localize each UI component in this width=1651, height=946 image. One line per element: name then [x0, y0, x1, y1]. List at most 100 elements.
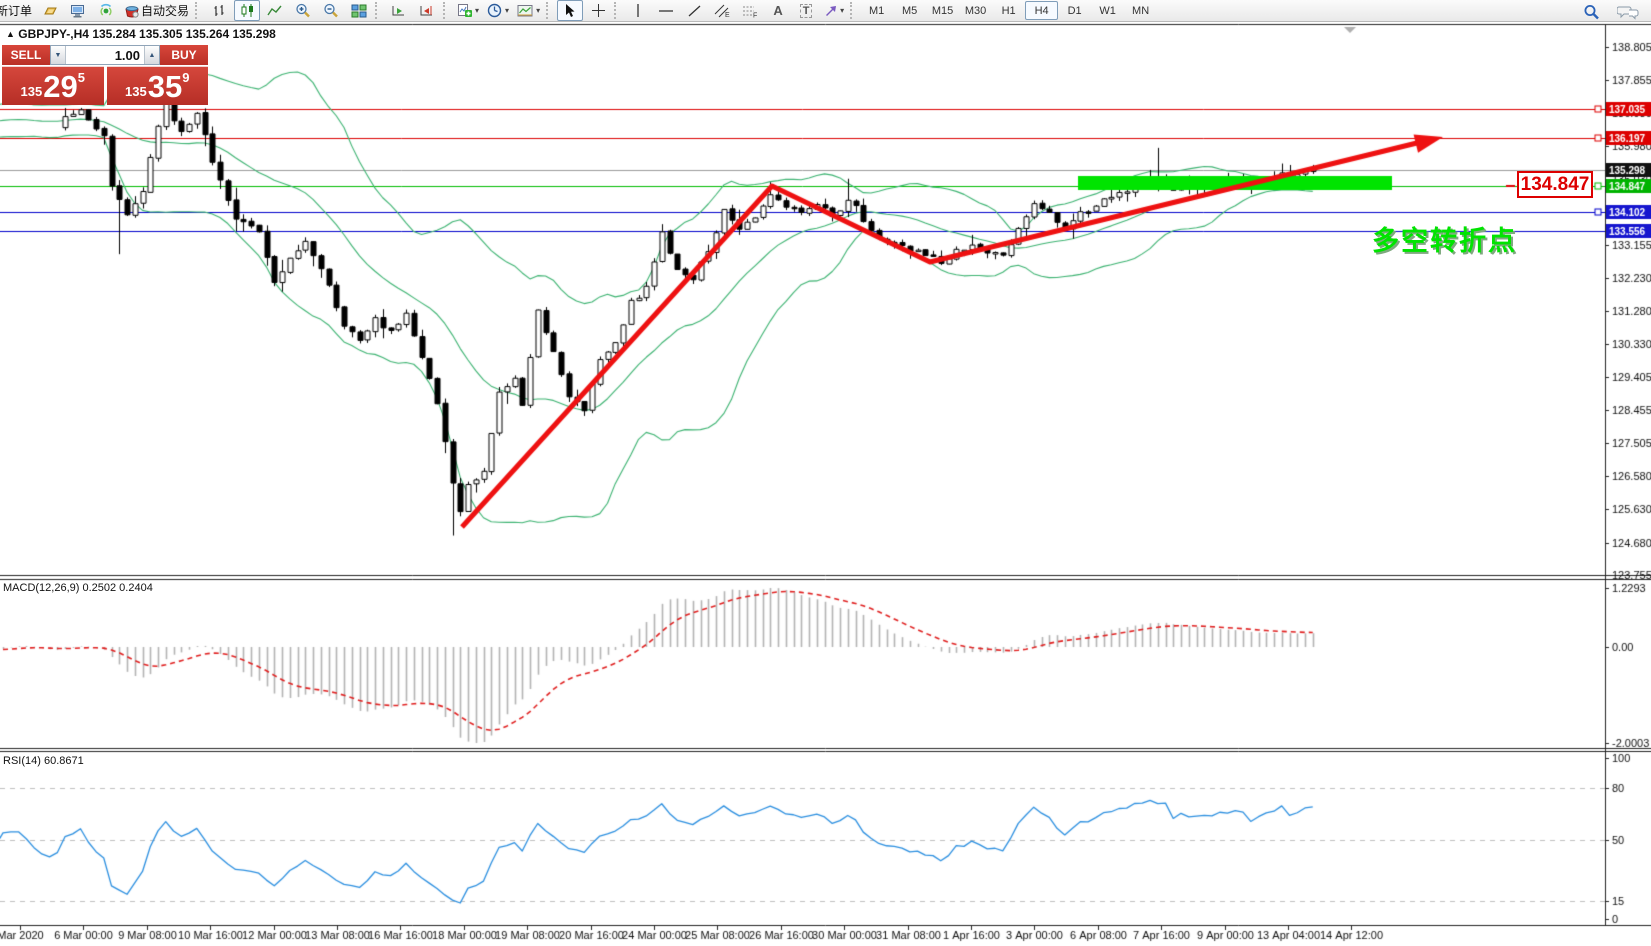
timeframe-label: MN	[1132, 5, 1149, 17]
auto-scroll-icon	[391, 4, 407, 18]
toolbar-separator	[850, 2, 858, 19]
triangle-down-icon: ▼	[55, 52, 62, 59]
macd-indicator-label: MACD(12,26,9) 0.2502 0.2404	[3, 582, 153, 594]
timeframe-mn-button[interactable]: MN	[1124, 1, 1157, 20]
buy-price-display[interactable]: 135 35 9	[107, 66, 209, 105]
line-chart-icon	[267, 4, 283, 18]
timeframe-d1-button[interactable]: D1	[1058, 1, 1091, 20]
text-tool-button[interactable]: A	[765, 0, 791, 21]
horizontal-line-icon	[658, 6, 674, 16]
buy-price-whole: 135	[125, 84, 147, 99]
zoom-out-button[interactable]	[318, 0, 344, 21]
vertical-line-tool-button[interactable]	[625, 0, 651, 21]
templates-icon	[517, 4, 534, 18]
sell-price-whole: 135	[21, 84, 43, 99]
buy-label: BUY	[171, 48, 196, 62]
timeframe-m1-button[interactable]: M1	[860, 1, 893, 20]
crosshair-button[interactable]	[585, 0, 611, 21]
rsi-indicator-label: RSI(14) 60.8671	[3, 755, 84, 767]
auto-trading-icon	[124, 4, 140, 18]
zoom-in-icon	[295, 3, 311, 18]
timeframe-w1-button[interactable]: W1	[1091, 1, 1124, 20]
sell-price-display[interactable]: 135 29 5	[2, 66, 104, 105]
terminal-icon	[70, 4, 86, 18]
timeframe-m15-button[interactable]: M15	[926, 1, 959, 20]
toolbar-separator	[375, 2, 383, 19]
bar-chart-icon	[212, 4, 227, 18]
chart-shift-button[interactable]	[414, 0, 440, 21]
volume-increase-button[interactable]: ▲	[144, 46, 159, 64]
add-indicator-button[interactable]: ▾	[454, 0, 482, 21]
timeframe-label: H1	[1002, 5, 1016, 17]
text-tool-icon: A	[773, 3, 782, 18]
chevron-down-icon: ▾	[475, 6, 479, 15]
price-tag-annotation[interactable]: 134.847	[1517, 171, 1593, 198]
auto-scroll-button[interactable]	[386, 0, 412, 21]
new-order-button[interactable]: 新订单	[0, 0, 35, 21]
cursor-button[interactable]	[557, 0, 583, 21]
timeframe-label: M5	[902, 5, 917, 17]
templates-button[interactable]: ▾	[514, 0, 543, 21]
comments-icon	[1617, 4, 1639, 20]
collapse-triangle-icon[interactable]: ▲	[6, 29, 15, 39]
tile-windows-button[interactable]	[346, 0, 372, 21]
timeframe-h4-button[interactable]: H4	[1025, 1, 1058, 20]
chart-symbol: GBPJPY-,H4	[18, 27, 89, 41]
toolbar-separator	[195, 2, 203, 19]
svg-text:E: E	[725, 12, 730, 18]
svg-text:F: F	[753, 12, 757, 18]
tile-windows-icon	[351, 4, 367, 18]
trendline-tool-button[interactable]	[681, 0, 707, 21]
search-icon	[1583, 4, 1600, 20]
rsi-value: 60.8671	[44, 755, 84, 767]
timeframe-label: M15	[932, 5, 953, 17]
one-click-trading-panel: SELL ▼ ▲ BUY 135 29 5 135 35 9	[2, 45, 208, 105]
fibonacci-icon: F	[742, 4, 758, 18]
gold-ingot-button[interactable]	[37, 0, 63, 21]
chart-canvas[interactable]	[0, 0, 1651, 946]
terminal-button[interactable]	[65, 0, 91, 21]
mt4-window: 新订单 自动交易	[0, 0, 1651, 946]
volume-input[interactable]	[66, 46, 144, 64]
triangle-up-icon: ▲	[149, 52, 156, 59]
signal-button[interactable]	[93, 0, 119, 21]
new-order-label: 新订单	[0, 2, 32, 19]
rsi-name: RSI(14)	[3, 755, 41, 767]
buy-price-pips: 35	[148, 73, 182, 102]
timeframe-m30-button[interactable]: M30	[959, 1, 992, 20]
sell-label: SELL	[11, 48, 42, 62]
volume-decrease-button[interactable]: ▼	[51, 46, 66, 64]
search-button[interactable]	[1578, 1, 1604, 22]
gold-ingot-icon	[42, 4, 59, 17]
trendline-icon	[687, 4, 702, 18]
sell-price-point: 5	[78, 70, 85, 85]
toolbar-right	[1577, 1, 1643, 22]
periods-button[interactable]: ▾	[484, 0, 512, 21]
candlestick-chart-button[interactable]	[234, 0, 260, 21]
horizontal-line-tool-button[interactable]	[653, 0, 679, 21]
auto-trading-button[interactable]: 自动交易	[121, 0, 192, 21]
auto-trading-label: 自动交易	[141, 2, 189, 19]
periods-clock-icon	[487, 3, 503, 18]
line-chart-button[interactable]	[262, 0, 288, 21]
zoom-out-icon	[323, 3, 339, 18]
candlestick-chart-icon	[240, 3, 255, 18]
equidistant-channel-tool-button[interactable]: E	[709, 0, 735, 21]
arrows-tool-button[interactable]: ▾	[821, 0, 847, 21]
chart-ohlc-values: 135.284 135.305 135.264 135.298	[92, 27, 276, 41]
timeframe-m5-button[interactable]: M5	[893, 1, 926, 20]
macd-values: 0.2502 0.2404	[82, 582, 152, 594]
sell-button[interactable]: SELL	[2, 45, 50, 65]
buy-button[interactable]: BUY	[160, 45, 208, 65]
timeframe-h1-button[interactable]: H1	[992, 1, 1025, 20]
bar-chart-button[interactable]	[206, 0, 232, 21]
zoom-in-button[interactable]	[290, 0, 316, 21]
crosshair-icon	[591, 3, 606, 18]
equidistant-channel-icon: E	[714, 4, 730, 18]
volume-stepper: ▼ ▲	[50, 45, 160, 65]
toolbar: 新订单 自动交易	[0, 0, 1651, 22]
text-label-tool-button[interactable]: T	[793, 0, 819, 21]
comments-button[interactable]	[1614, 1, 1642, 22]
chart-title: ▲ GBPJPY-,H4 135.284 135.305 135.264 135…	[6, 27, 276, 41]
fibonacci-tool-button[interactable]: F	[737, 0, 763, 21]
